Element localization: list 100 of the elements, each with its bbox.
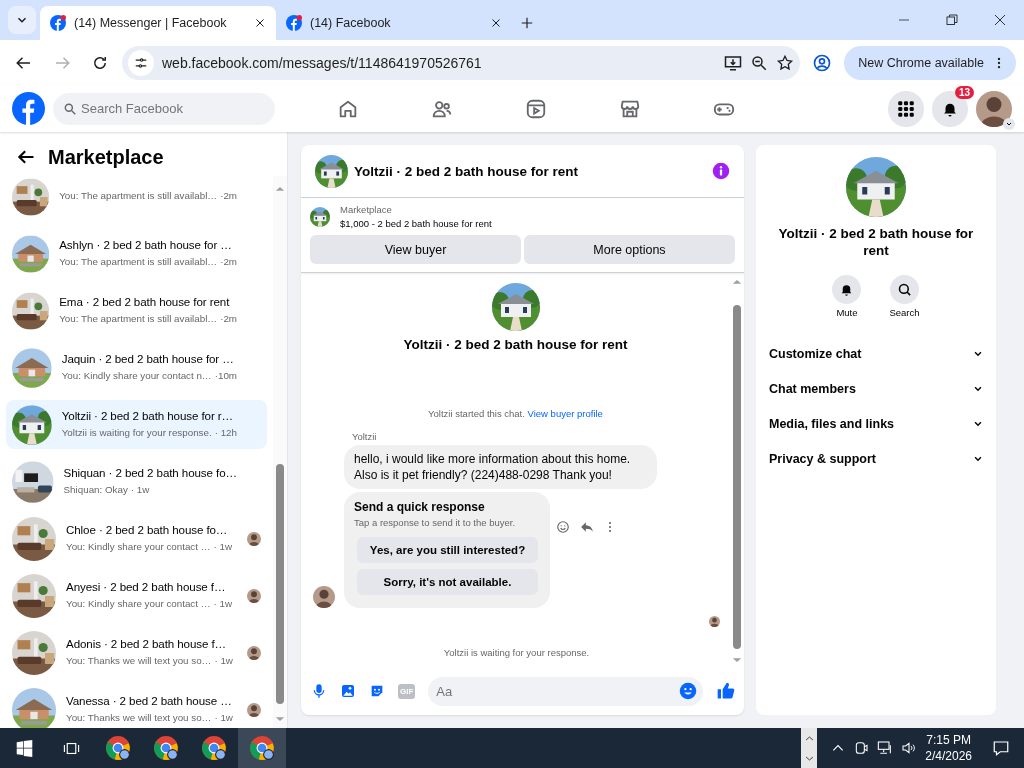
message-field[interactable]: Aa (428, 676, 703, 706)
emoji-icon[interactable] (679, 681, 697, 700)
message-preview: You: Thanks we will text you so… (66, 654, 212, 667)
update-button[interactable]: New Chrome available (844, 45, 1016, 80)
star-icon[interactable] (776, 53, 795, 72)
notification-badge: 13 (954, 85, 974, 99)
conversation-title: Anyesi · 2 bed 2 bath house f… (66, 579, 227, 594)
message-time: ·2m (220, 189, 237, 202)
sticker-button[interactable] (369, 683, 385, 699)
like-button[interactable] (716, 681, 736, 701)
conversation-heading: Yoltzii · 2 bed 2 bath house for rent (403, 337, 628, 352)
clock[interactable]: 7:15 PM 2/4/2026 (925, 732, 972, 764)
conversation-item[interactable]: Ema · 2 bed 2 bath house for rent You: The apartment is still availabl… ·2m (6, 286, 267, 335)
quick-response-title: Send a quick response (354, 500, 486, 514)
listing-action-button[interactable]: More options (524, 235, 735, 264)
reply-button[interactable] (580, 520, 594, 534)
quick-response-button[interactable]: Yes, are you still interested? (357, 537, 538, 563)
conversation-item[interactable]: Ashlyn · 2 bed 2 bath house for … You: The apartment is still availabl… ·2m (6, 229, 267, 278)
scrollbar-thumb[interactable] (276, 464, 284, 704)
message-time: · 1w (130, 483, 150, 496)
sticker-icon (369, 683, 385, 699)
message-time: · 1w (213, 597, 232, 610)
zoom-out-icon[interactable] (750, 53, 769, 72)
camera-icon[interactable] (853, 740, 870, 756)
site-info-button[interactable] (128, 49, 154, 76)
browser-icon (201, 735, 227, 761)
message-preview: You: Kindly share your contact n… (61, 369, 212, 382)
network-icon[interactable] (877, 740, 894, 756)
browser-tab[interactable]: (14) Messenger | Facebook (40, 6, 276, 40)
message-time: · 1w (214, 711, 233, 724)
smiley-icon (556, 520, 570, 534)
message-preview: You: Kindly share your contact … (66, 597, 211, 610)
url-text: web.facebook.com/messages/t/1148641970526761 (162, 54, 483, 71)
sender-name: Yoltzii (352, 431, 378, 442)
conversation-item[interactable]: Chloe · 2 bed 2 bath house fo… You: Kindly share your contact … · 1w (6, 514, 267, 563)
info-icon[interactable] (712, 162, 730, 180)
address-bar[interactable]: web.facebook.com/messages/t/1148641970526761 (122, 45, 801, 80)
listing-action-button[interactable]: View buyer (310, 235, 521, 264)
scroll-up-icon[interactable] (732, 277, 742, 287)
conversation-item[interactable]: You: The apartment is still availabl… ·2m (6, 176, 267, 221)
quick-response-hint: Tap a response to send it to the buyer. (354, 517, 517, 528)
message-preview: You: The apartment is still availabl… (59, 312, 218, 325)
details-section[interactable]: Privacy & support (768, 441, 984, 476)
buyer-profile-link[interactable]: View buyer profile (527, 408, 603, 419)
scroll-up-icon[interactable] (804, 733, 814, 743)
chat-title: Yoltzii · 2 bed 2 bath house for rent (354, 163, 579, 179)
conversation-title: Vanessa · 2 bed 2 bath house … (66, 693, 233, 708)
message-time: ·10m (214, 369, 237, 382)
conversation-item[interactable]: Jaquin · 2 bed 2 bath house for … You: Kindly share your contact n… ·10m (6, 343, 267, 392)
message-time: ·2m (220, 312, 237, 325)
browser-icon (153, 735, 179, 761)
taskbar-app[interactable] (238, 728, 286, 768)
quick-response-button[interactable]: Sorry, it's not available. (357, 569, 538, 595)
restore-icon (946, 14, 958, 26)
search-field[interactable]: Search Facebook (53, 92, 275, 125)
conversation-title: Ashlyn · 2 bed 2 bath house for … (59, 237, 233, 252)
message-preview: You: Kindly share your contact … (66, 540, 211, 553)
grid-icon (897, 99, 915, 118)
video-icon (525, 97, 547, 120)
browser-icon (105, 735, 131, 761)
scroll-down-icon[interactable] (732, 655, 742, 665)
details-section[interactable]: Customize chat (768, 336, 984, 371)
volume-icon[interactable] (901, 740, 918, 756)
browser-tab[interactable]: (14) Facebook (276, 6, 512, 40)
details-section[interactable]: Chat members (768, 371, 984, 406)
windows-icon (15, 739, 33, 757)
conversation-item[interactable]: Anyesi · 2 bed 2 bath house f… You: Kindly share your contact … · 1w (6, 571, 267, 620)
favicon-icon (50, 15, 66, 31)
menu-button[interactable] (888, 90, 924, 127)
waiting-notice: Yoltzii is waiting for your response. (442, 647, 591, 658)
logo-icon[interactable] (12, 92, 45, 125)
react-button[interactable] (556, 520, 570, 534)
plus-icon[interactable] (520, 16, 534, 30)
listing-summary: $1,000 - 2 bed 2 bath house for rent (340, 218, 492, 229)
conversation-title: Chloe · 2 bed 2 bath house fo… (66, 522, 229, 537)
favicon-icon (286, 15, 302, 31)
scrollbar-thumb[interactable] (733, 305, 741, 649)
conversation-title: Adonis · 2 bed 2 bath house f… (66, 636, 228, 651)
close-icon (994, 14, 1006, 26)
conversation-item[interactable]: Shiquan · 2 bed 2 bath house fo… Shiquan: Okay · 1w (6, 457, 267, 506)
conversation-item[interactable]: Yoltzii · 2 bed 2 bath house for r… Yoltzii is waiting for your response. · 12h (6, 400, 267, 449)
message-time: · 1w (213, 540, 232, 553)
conversation-item[interactable]: Adonis · 2 bed 2 bath house f… You: Thanks we will text you so… · 1w (6, 628, 267, 677)
install-icon[interactable] (724, 53, 743, 72)
conversation-title: Shiquan · 2 bed 2 bath house fo… (63, 465, 237, 480)
notifications-button[interactable] (932, 90, 968, 127)
close-icon[interactable] (254, 17, 266, 29)
message-preview: You: Thanks we will text you so… (66, 711, 212, 724)
account-icon (812, 52, 833, 73)
mic-icon (311, 683, 327, 699)
chat-start-notice: Yoltzii started this chat. View buyer profile (428, 408, 603, 419)
message-time: · 1w (214, 654, 233, 667)
image-icon (340, 683, 356, 699)
conversation-title: Ema · 2 bed 2 bath house for rent (59, 294, 231, 309)
listing-source: Marketplace (340, 204, 393, 215)
photo-button[interactable] (340, 683, 356, 699)
close-icon[interactable] (490, 17, 502, 29)
message-time: · 12h (214, 426, 237, 439)
details-section[interactable]: Media, files and links (768, 406, 984, 441)
voice-button[interactable] (311, 683, 327, 699)
